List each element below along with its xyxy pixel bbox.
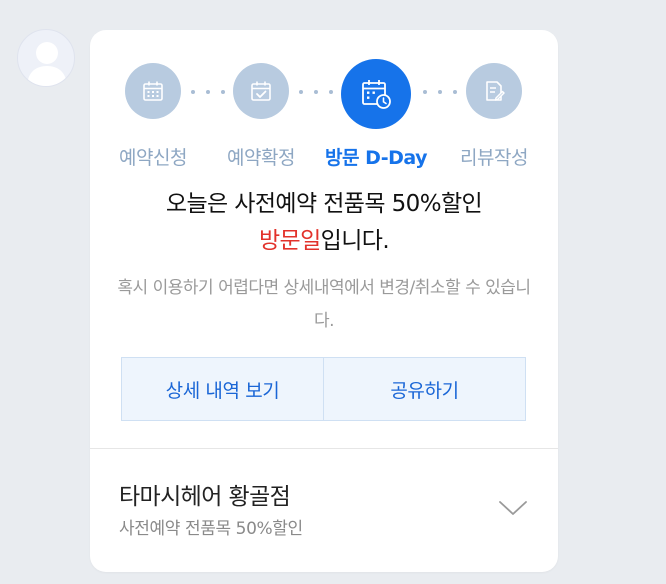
visit-day-highlight: 방문일 (258, 228, 321, 254)
progress-steps: 예약신청 예약확정 방문 D-Day 리뷰작성 (90, 30, 558, 210)
step-label-confirm: 예약확정 (227, 147, 295, 169)
change-notice: 혹시 이용하기 어렵다면 상세내역에서 변경/취소할 수 있습니다. (117, 278, 531, 331)
user-silhouette-icon (27, 42, 67, 86)
view-details-button[interactable]: 상세 내역 보기 (122, 358, 323, 420)
review-pen-icon (486, 81, 505, 101)
headline-line-2: 방문일입니다. (90, 223, 558, 260)
step-1-circle (125, 63, 181, 119)
step-3-circle (341, 59, 411, 129)
step-4-circle (466, 63, 522, 119)
step-label-request: 예약신청 (119, 147, 187, 169)
share-button[interactable]: 공유하기 (323, 358, 525, 420)
step-2-circle (233, 63, 289, 119)
headline-message: 오늘은 사전예약 전품목 50%할인 방문일입니다. (90, 186, 558, 260)
store-description: 사전예약 전품목 50%할인 (119, 519, 303, 539)
step-label-visit-dday: 방문 D-Day (325, 147, 427, 169)
headline-line-1: 오늘은 사전예약 전품목 50%할인 (165, 191, 483, 217)
chevron-down-icon[interactable] (498, 499, 528, 517)
step-connector-dots (423, 90, 457, 94)
action-buttons: 상세 내역 보기 공유하기 (121, 357, 526, 421)
calendar-grid-icon (143, 81, 163, 101)
headline-suffix: 입니다. (320, 228, 390, 254)
store-row[interactable]: 타마시헤어 황골점 사전예약 전품목 50%할인 (90, 449, 558, 572)
reservation-card: 예약신청 예약확정 방문 D-Day 리뷰작성 오늘은 사전예약 전품목 50%… (90, 30, 558, 572)
avatar[interactable] (17, 29, 75, 87)
calendar-check-icon (251, 81, 271, 101)
store-name: 타마시헤어 황골점 (119, 484, 291, 510)
step-connector-dots (299, 90, 333, 94)
calendar-clock-icon (362, 80, 391, 109)
step-connector-dots (191, 90, 225, 94)
step-label-review: 리뷰작성 (460, 147, 528, 169)
